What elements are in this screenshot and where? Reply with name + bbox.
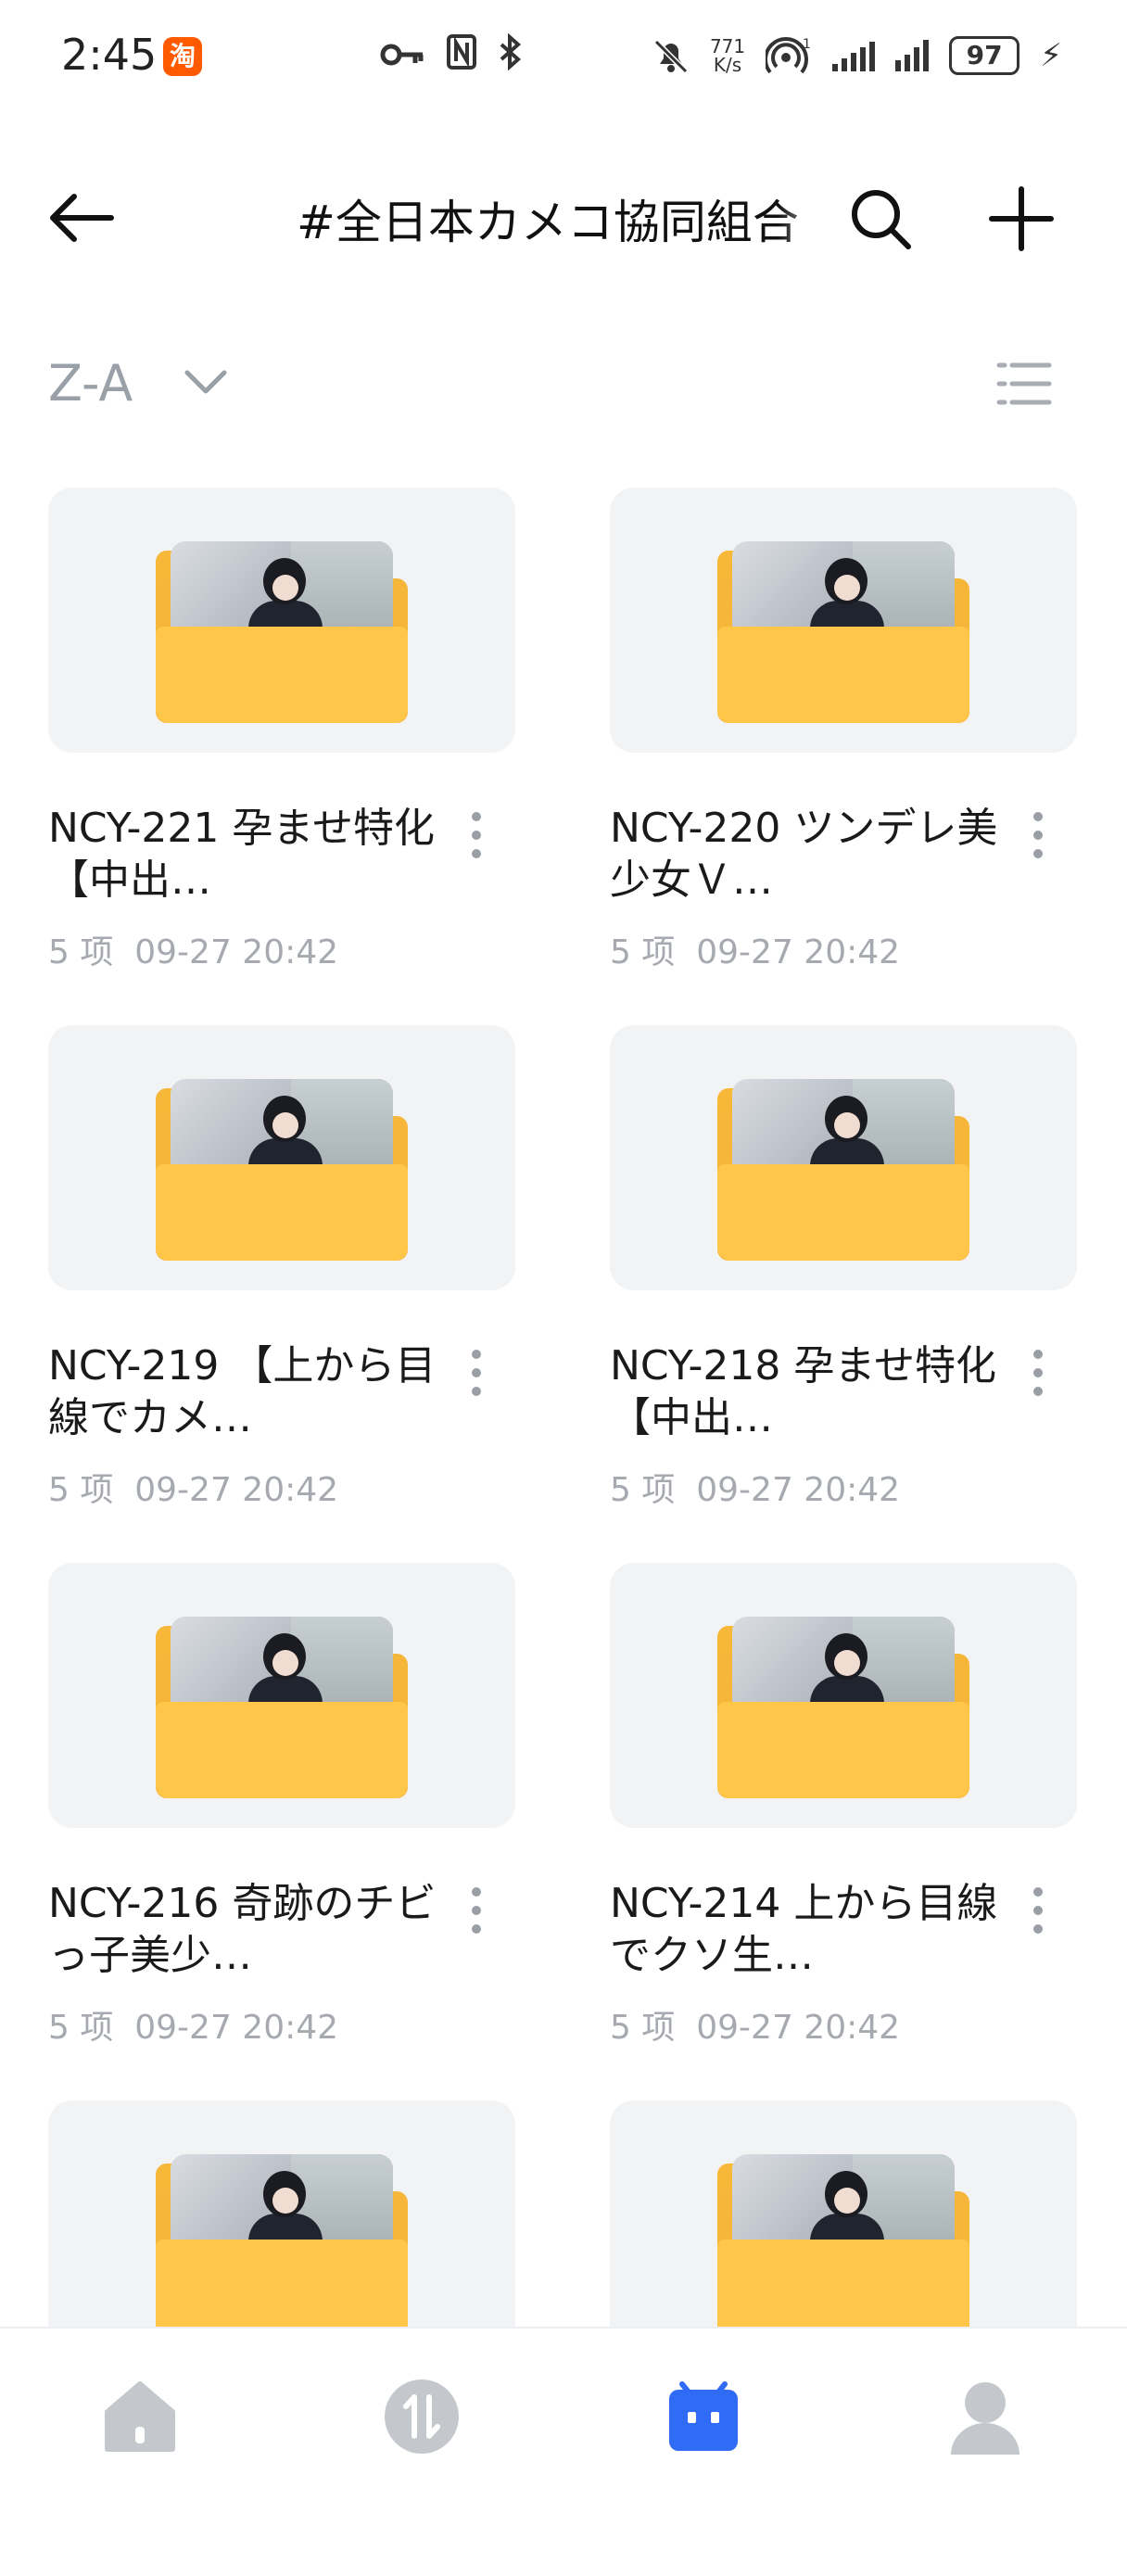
- folder-date: 09-27 20:42: [696, 933, 901, 971]
- folder-item-count: 5 项: [610, 2009, 676, 2047]
- status-time: 2:45: [61, 30, 158, 80]
- list-view-icon[interactable]: [995, 358, 1053, 410]
- folder-icon: [156, 1617, 408, 1798]
- plus-icon: [989, 186, 1054, 251]
- folder-date: 09-27 20:42: [134, 1471, 339, 1509]
- net-speed-unit: K/s: [713, 54, 742, 76]
- sort-bar: Z-A: [0, 343, 1127, 426]
- folder-name: NCY-219 【上から目線でカメ…: [48, 1342, 437, 1441]
- folder-meta: 5 项 09-27 20:42: [48, 2000, 338, 2049]
- folder-icon: [717, 1617, 969, 1798]
- header: #全日本カメコ協同組合: [0, 167, 1127, 269]
- add-button[interactable]: [988, 185, 1055, 252]
- chevron-down-icon[interactable]: [182, 363, 230, 400]
- taobao-notification-icon: 淘: [163, 37, 202, 76]
- folder-meta: [610, 2538, 631, 2576]
- nav-home[interactable]: [98, 2375, 182, 2458]
- profile-icon: [951, 2382, 1019, 2455]
- signal-1-icon: [832, 40, 876, 71]
- more-options-icon[interactable]: [1019, 1887, 1057, 1952]
- folder-meta: 5 项 09-27 20:42: [610, 925, 900, 973]
- folder-item-count: 5 项: [48, 2009, 114, 2047]
- more-options-icon[interactable]: [1019, 812, 1057, 877]
- arrow-left-icon: [50, 194, 114, 242]
- folder-name: NCY-221 孕ませ特化【中出…: [48, 805, 436, 904]
- folder-name: NCY-218 孕ませ特化【中出…: [610, 1342, 997, 1441]
- folder-date: 09-27 20:42: [134, 2009, 339, 2047]
- folder-meta: 5 项 09-27 20:42: [610, 2000, 900, 2049]
- folder-icon: [717, 2154, 969, 2336]
- folder-icon: [156, 2154, 408, 2336]
- status-bar: 2:45 淘 771 K/s 1 97 ⚡: [0, 0, 1127, 111]
- folder-item-count: 5 项: [48, 1471, 114, 1509]
- folder-name: NCY-216 奇跡のチビっ子美少…: [48, 1880, 437, 1979]
- status-right-icons: 771 K/s 1 97 ⚡: [652, 28, 1062, 83]
- folder-thumbnail[interactable]: [610, 488, 1077, 753]
- nav-profile[interactable]: [943, 2375, 1027, 2458]
- mute-icon: [653, 39, 689, 74]
- transfer-icon: [385, 2379, 459, 2454]
- folder-thumbnail[interactable]: [610, 1563, 1077, 1828]
- folder-date: 09-27 20:42: [134, 933, 339, 971]
- key-icon: [380, 44, 424, 66]
- signal-2-icon: [895, 40, 930, 71]
- bluetooth-icon: [500, 32, 522, 71]
- battery-indicator: 97: [949, 36, 1020, 75]
- net-speed-value: 771: [709, 35, 746, 57]
- nav-transfer[interactable]: [380, 2375, 463, 2458]
- bottom-navigation: [0, 2327, 1127, 2494]
- more-options-icon[interactable]: [458, 1350, 495, 1415]
- folder-meta: 5 项 09-27 20:42: [48, 1463, 338, 1511]
- folder-meta: 5 项 09-27 20:42: [48, 925, 338, 973]
- hotspot-count: 1: [803, 37, 811, 52]
- folder-icon: [156, 1079, 408, 1261]
- folder-thumbnail[interactable]: [48, 1025, 515, 1290]
- status-left-icons: [380, 32, 524, 80]
- folder-item-count: 5 项: [610, 1471, 676, 1509]
- folder-icon: [717, 541, 969, 723]
- search-icon: [852, 190, 911, 249]
- folder-item-count: 5 项: [48, 933, 114, 971]
- sort-selector[interactable]: Z-A: [48, 354, 133, 412]
- net-speed: 771 K/s: [710, 37, 745, 74]
- folder-meta: 5 项 09-27 20:42: [610, 1463, 900, 1511]
- folder-item-count: 5 项: [610, 933, 676, 971]
- more-options-icon[interactable]: [458, 812, 495, 877]
- folder-name: NCY-220 ツンデレ美少女Ｖ…: [610, 805, 998, 904]
- hotspot-icon: 1: [766, 37, 811, 74]
- folder-thumbnail[interactable]: [48, 488, 515, 753]
- folder-name: NCY-214 上から目線でクソ生…: [610, 1880, 998, 1979]
- files-icon: [669, 2381, 738, 2451]
- folder-thumbnail[interactable]: [610, 1025, 1077, 1290]
- nav-files[interactable]: [662, 2375, 745, 2458]
- folder-date: 09-27 20:42: [696, 2009, 901, 2047]
- folder-date: 09-27 20:42: [696, 1471, 901, 1509]
- charging-icon: ⚡: [1040, 37, 1062, 74]
- folder-icon: [156, 541, 408, 723]
- back-button[interactable]: [44, 185, 119, 250]
- more-options-icon[interactable]: [1019, 1350, 1057, 1415]
- nfc-icon: [446, 34, 476, 70]
- folder-icon: [717, 1079, 969, 1261]
- more-options-icon[interactable]: [458, 1887, 495, 1952]
- page-title: #全日本カメコ協同組合: [297, 196, 799, 249]
- folder-meta: [48, 2538, 70, 2576]
- home-icon: [105, 2381, 175, 2452]
- folder-thumbnail[interactable]: [48, 1563, 515, 1828]
- search-button[interactable]: [845, 184, 916, 254]
